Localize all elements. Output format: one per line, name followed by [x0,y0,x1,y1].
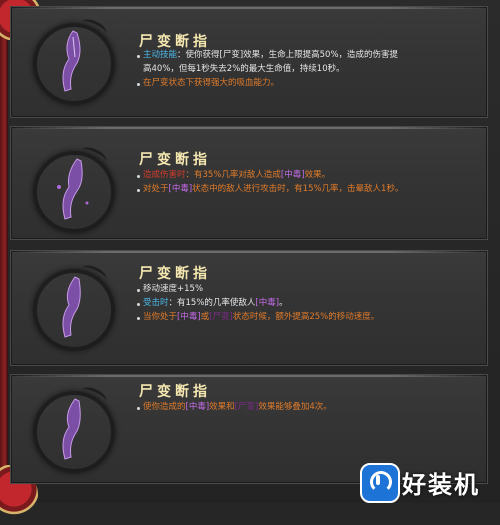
severed-finger-icon [33,269,115,351]
effect-text-segment: 对处于 [143,184,169,194]
tooltip-panel: 尸变断指 主动技能：使你获得[尸变]效果，生命上限提高50%，造成的伤害提 高4… [0,0,500,525]
power-logo-icon [360,463,400,503]
effect-text-segment: [中毒] [185,402,210,412]
effect-line: 主动技能：使你获得[尸变]效果，生命上限提高50%，造成的伤害提 [143,49,398,61]
effect-line: 使你造成的[中毒]效果和[尸变]效果能够叠加4次。 [143,401,332,413]
effect-line: 移动速度+15% [143,283,203,295]
effect-text-segment: 。 [279,298,288,308]
effect-text-segment: 效果能够叠加4次。 [258,402,332,412]
item-card[interactable]: 尸变断指 造成伤害时：有35%几率对敌人造成[中毒]效果。 对处于[中毒]状态中… [10,126,488,240]
effect-text-segment: 当你处于 [143,312,178,322]
effect-text-segment: ：有35%几率对敌人造成 [185,170,281,180]
effect-text-segment: 在尸变状态下获得强大的吸血能力。 [143,78,280,88]
severed-finger-icon [33,151,115,233]
item-title: 尸变断指 [139,152,211,168]
effect-line: 对处于[中毒]状态中的敌人进行攻击时，有15%几率，击晕敌人1秒。 [143,183,403,195]
item-card[interactable]: 尸变断指 主动技能：使你获得[尸变]效果，生命上限提高50%，造成的伤害提 高4… [10,6,488,118]
effect-text-segment: [尸变] [234,402,259,412]
effect-text-segment: [尸变] [209,312,233,322]
effect-text-segment: 效果。 [304,170,331,180]
severed-finger-icon [33,391,115,473]
effect-text-segment: [中毒] [280,170,305,180]
effect-text-segment: 状态中的敌人进行攻击时，有15%几率，击晕敌人1秒。 [192,184,404,194]
effect-text-segment: 状态时候，额外提高25%的移动速度。 [232,312,380,322]
item-card[interactable]: 尸变断指 移动速度+15% 受击时：有15%的几率使敌人[中毒]。 当你处于[中… [10,250,488,366]
effect-text-segment: ：使你获得[尸变]效果，生命上限提高50%，造成的伤害提 [177,50,399,60]
effect-text-segment: 主动技能 [143,50,178,60]
watermark: 好装机 [360,461,498,503]
effect-line: 受击时：有15%的几率使敌人[中毒]。 [143,297,288,309]
item-title: 尸变断指 [139,34,211,50]
effect-text-segment: [中毒] [177,312,201,322]
severed-finger-icon [33,23,115,105]
effect-text-segment: 效果和 [209,402,235,412]
watermark-text: 好装机 [402,471,480,499]
effect-text-segment: 造成伤害时 [143,170,186,180]
effect-text-segment: 或 [200,312,210,322]
effect-text-segment: ：有15%的几率使敌人 [168,298,256,308]
effect-line: 当你处于[中毒]或[尸变]状态时候，额外提高25%的移动速度。 [143,311,379,323]
effect-text-segment: 受击时 [143,298,169,308]
item-title: 尸变断指 [139,266,211,282]
effect-line: 高40%，但每1秒失去2%的最大生命值，持续10秒。 [143,63,345,75]
effect-text-segment: 移动速度+15% [143,284,204,294]
effect-line: 造成伤害时：有35%几率对敌人造成[中毒]效果。 [143,169,330,181]
effect-text-segment: [中毒] [168,184,193,194]
item-title: 尸变断指 [139,384,211,400]
frame-edge [0,0,8,503]
effect-text-segment: 高40%，但每1秒失去2%的最大生命值，持续10秒。 [143,64,345,74]
effect-line: 在尸变状态下获得强大的吸血能力。 [143,77,279,89]
effect-text-segment: 使你造成的 [143,402,186,412]
effect-text-segment: [中毒] [255,298,280,308]
